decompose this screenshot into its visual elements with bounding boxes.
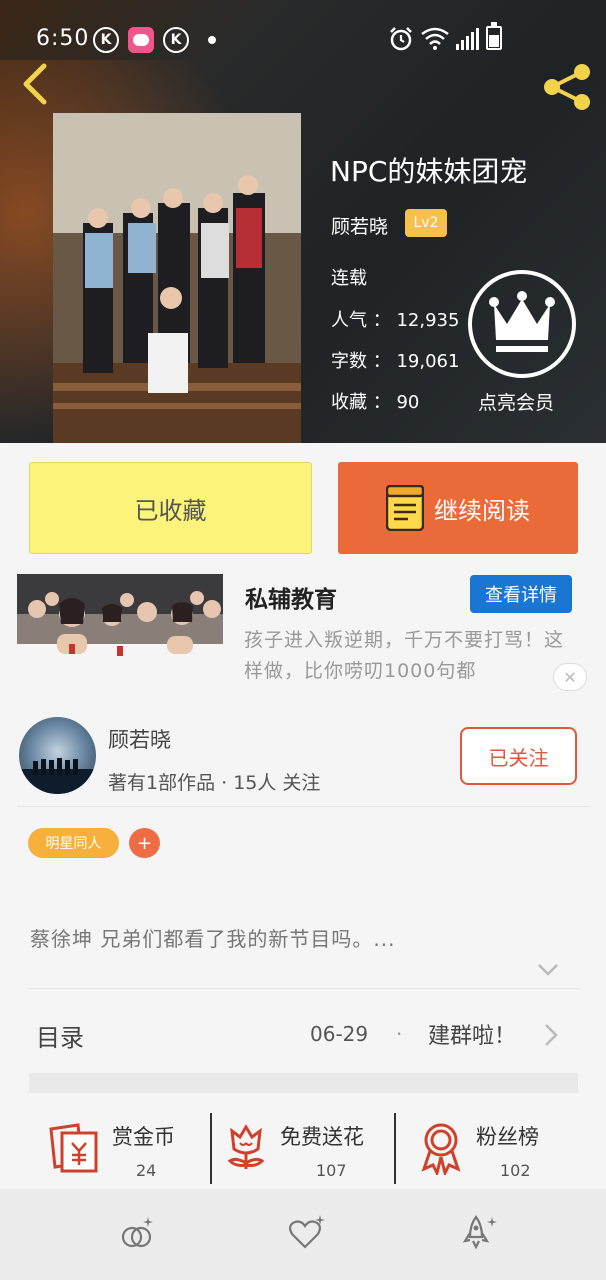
ad-details-button[interactable]: 查看详情 bbox=[470, 575, 572, 613]
heart-icon[interactable] bbox=[287, 1213, 327, 1253]
separator-dot: · bbox=[396, 1022, 403, 1046]
crown-icon bbox=[489, 291, 555, 352]
rocket-icon[interactable] bbox=[460, 1213, 500, 1253]
continue-reading-button[interactable]: 继续阅读 bbox=[338, 462, 578, 554]
follow-button[interactable]: 已关注 bbox=[460, 727, 577, 785]
ad-details-label: 查看详情 bbox=[485, 585, 557, 606]
book-cover[interactable] bbox=[53, 113, 301, 443]
reward-coins-button[interactable]: 赏金币 24 bbox=[48, 1115, 208, 1185]
popularity-stat: 人气 ： 12,935 bbox=[331, 310, 460, 331]
wifi-icon bbox=[421, 27, 449, 50]
author-card-name[interactable]: 顾若晓 bbox=[108, 724, 171, 754]
rings-icon[interactable] bbox=[118, 1213, 158, 1253]
book-title: NPC的妹妹团宠 bbox=[330, 155, 528, 188]
alarm-icon bbox=[390, 27, 412, 51]
reward-coins-count: 24 bbox=[136, 1161, 157, 1180]
author-name[interactable]: 顾若晓 bbox=[331, 212, 388, 239]
back-button[interactable] bbox=[16, 62, 56, 106]
send-flowers-count: 107 bbox=[316, 1161, 347, 1180]
chevron-down-icon[interactable] bbox=[536, 960, 560, 978]
fan-ranking-button[interactable]: 粉丝榜 102 bbox=[418, 1115, 578, 1185]
latest-chapter-date: 06-29 bbox=[310, 1022, 369, 1046]
latest-chapter-title[interactable]: 建群啦！ bbox=[428, 1018, 516, 1050]
status-time: 6:50 bbox=[36, 26, 90, 51]
divider bbox=[17, 806, 588, 807]
collected-button[interactable]: 已收藏 bbox=[29, 462, 312, 554]
word-count-stat: 字数 ： 19,061 bbox=[331, 351, 460, 372]
level-badge: Lv2 bbox=[405, 209, 447, 237]
status-bar: 6:50 K K bbox=[0, 0, 606, 64]
serial-status: 连载 bbox=[331, 268, 367, 289]
red-envelope-icon bbox=[49, 1123, 98, 1173]
dot-icon bbox=[208, 36, 216, 44]
medal-icon bbox=[421, 1123, 461, 1175]
ad-close-button[interactable]: ✕ bbox=[553, 663, 587, 691]
k-circle-icon: K bbox=[93, 27, 119, 53]
chevron-right-icon[interactable] bbox=[542, 1022, 560, 1048]
send-flowers-label: 免费送花 bbox=[280, 1125, 364, 1149]
bottom-navigation bbox=[0, 1189, 606, 1280]
book-header: 6:50 K K NPC的妹妹团宠 顾若晓 Lv2 连载 人气 ： 12,935… bbox=[0, 0, 606, 443]
continue-reading-label: 继续阅读 bbox=[434, 496, 530, 525]
divider bbox=[394, 1113, 396, 1184]
reward-coins-label: 赏金币 bbox=[112, 1125, 175, 1149]
close-icon: ✕ bbox=[563, 667, 577, 687]
section-separator bbox=[29, 1073, 578, 1093]
k-circle-icon: K bbox=[163, 27, 189, 53]
share-button[interactable] bbox=[540, 62, 596, 112]
tag-item[interactable]: 明星同人 bbox=[28, 828, 119, 858]
collected-label: 已收藏 bbox=[134, 496, 207, 525]
flower-icon bbox=[227, 1124, 265, 1169]
follow-label: 已关注 bbox=[488, 745, 549, 770]
vip-label: 点亮会员 bbox=[478, 392, 555, 414]
add-tag-button[interactable]: + bbox=[129, 828, 160, 858]
favorites-stat: 收藏 ： 90 bbox=[331, 392, 420, 413]
fan-ranking-count: 102 bbox=[500, 1161, 531, 1180]
ad-image[interactable] bbox=[17, 574, 223, 695]
author-meta: 著有1部作品 · 15人 关注 bbox=[108, 772, 321, 794]
fan-ranking-label: 粉丝榜 bbox=[476, 1125, 539, 1149]
table-of-contents-link[interactable]: 目录 bbox=[36, 1018, 84, 1053]
cover-image bbox=[53, 113, 301, 443]
author-avatar[interactable] bbox=[19, 717, 96, 794]
book-summary[interactable]: 蔡徐坤 兄弟们都看了我的新节目吗。... bbox=[30, 923, 395, 952]
battery-icon bbox=[486, 22, 502, 50]
vip-button[interactable] bbox=[468, 270, 576, 378]
ad-title: 私辅教育 bbox=[245, 587, 337, 613]
app-notification-icon bbox=[128, 27, 154, 53]
ad-description: 孩子进入叛逆期，千万不要打骂！这样做，比你唠叨1000句都 bbox=[244, 629, 565, 682]
divider bbox=[29, 988, 578, 989]
book-icon bbox=[386, 485, 424, 531]
divider bbox=[210, 1113, 212, 1184]
signal-icon bbox=[456, 28, 479, 50]
send-flowers-button[interactable]: 免费送花 107 bbox=[226, 1115, 392, 1185]
